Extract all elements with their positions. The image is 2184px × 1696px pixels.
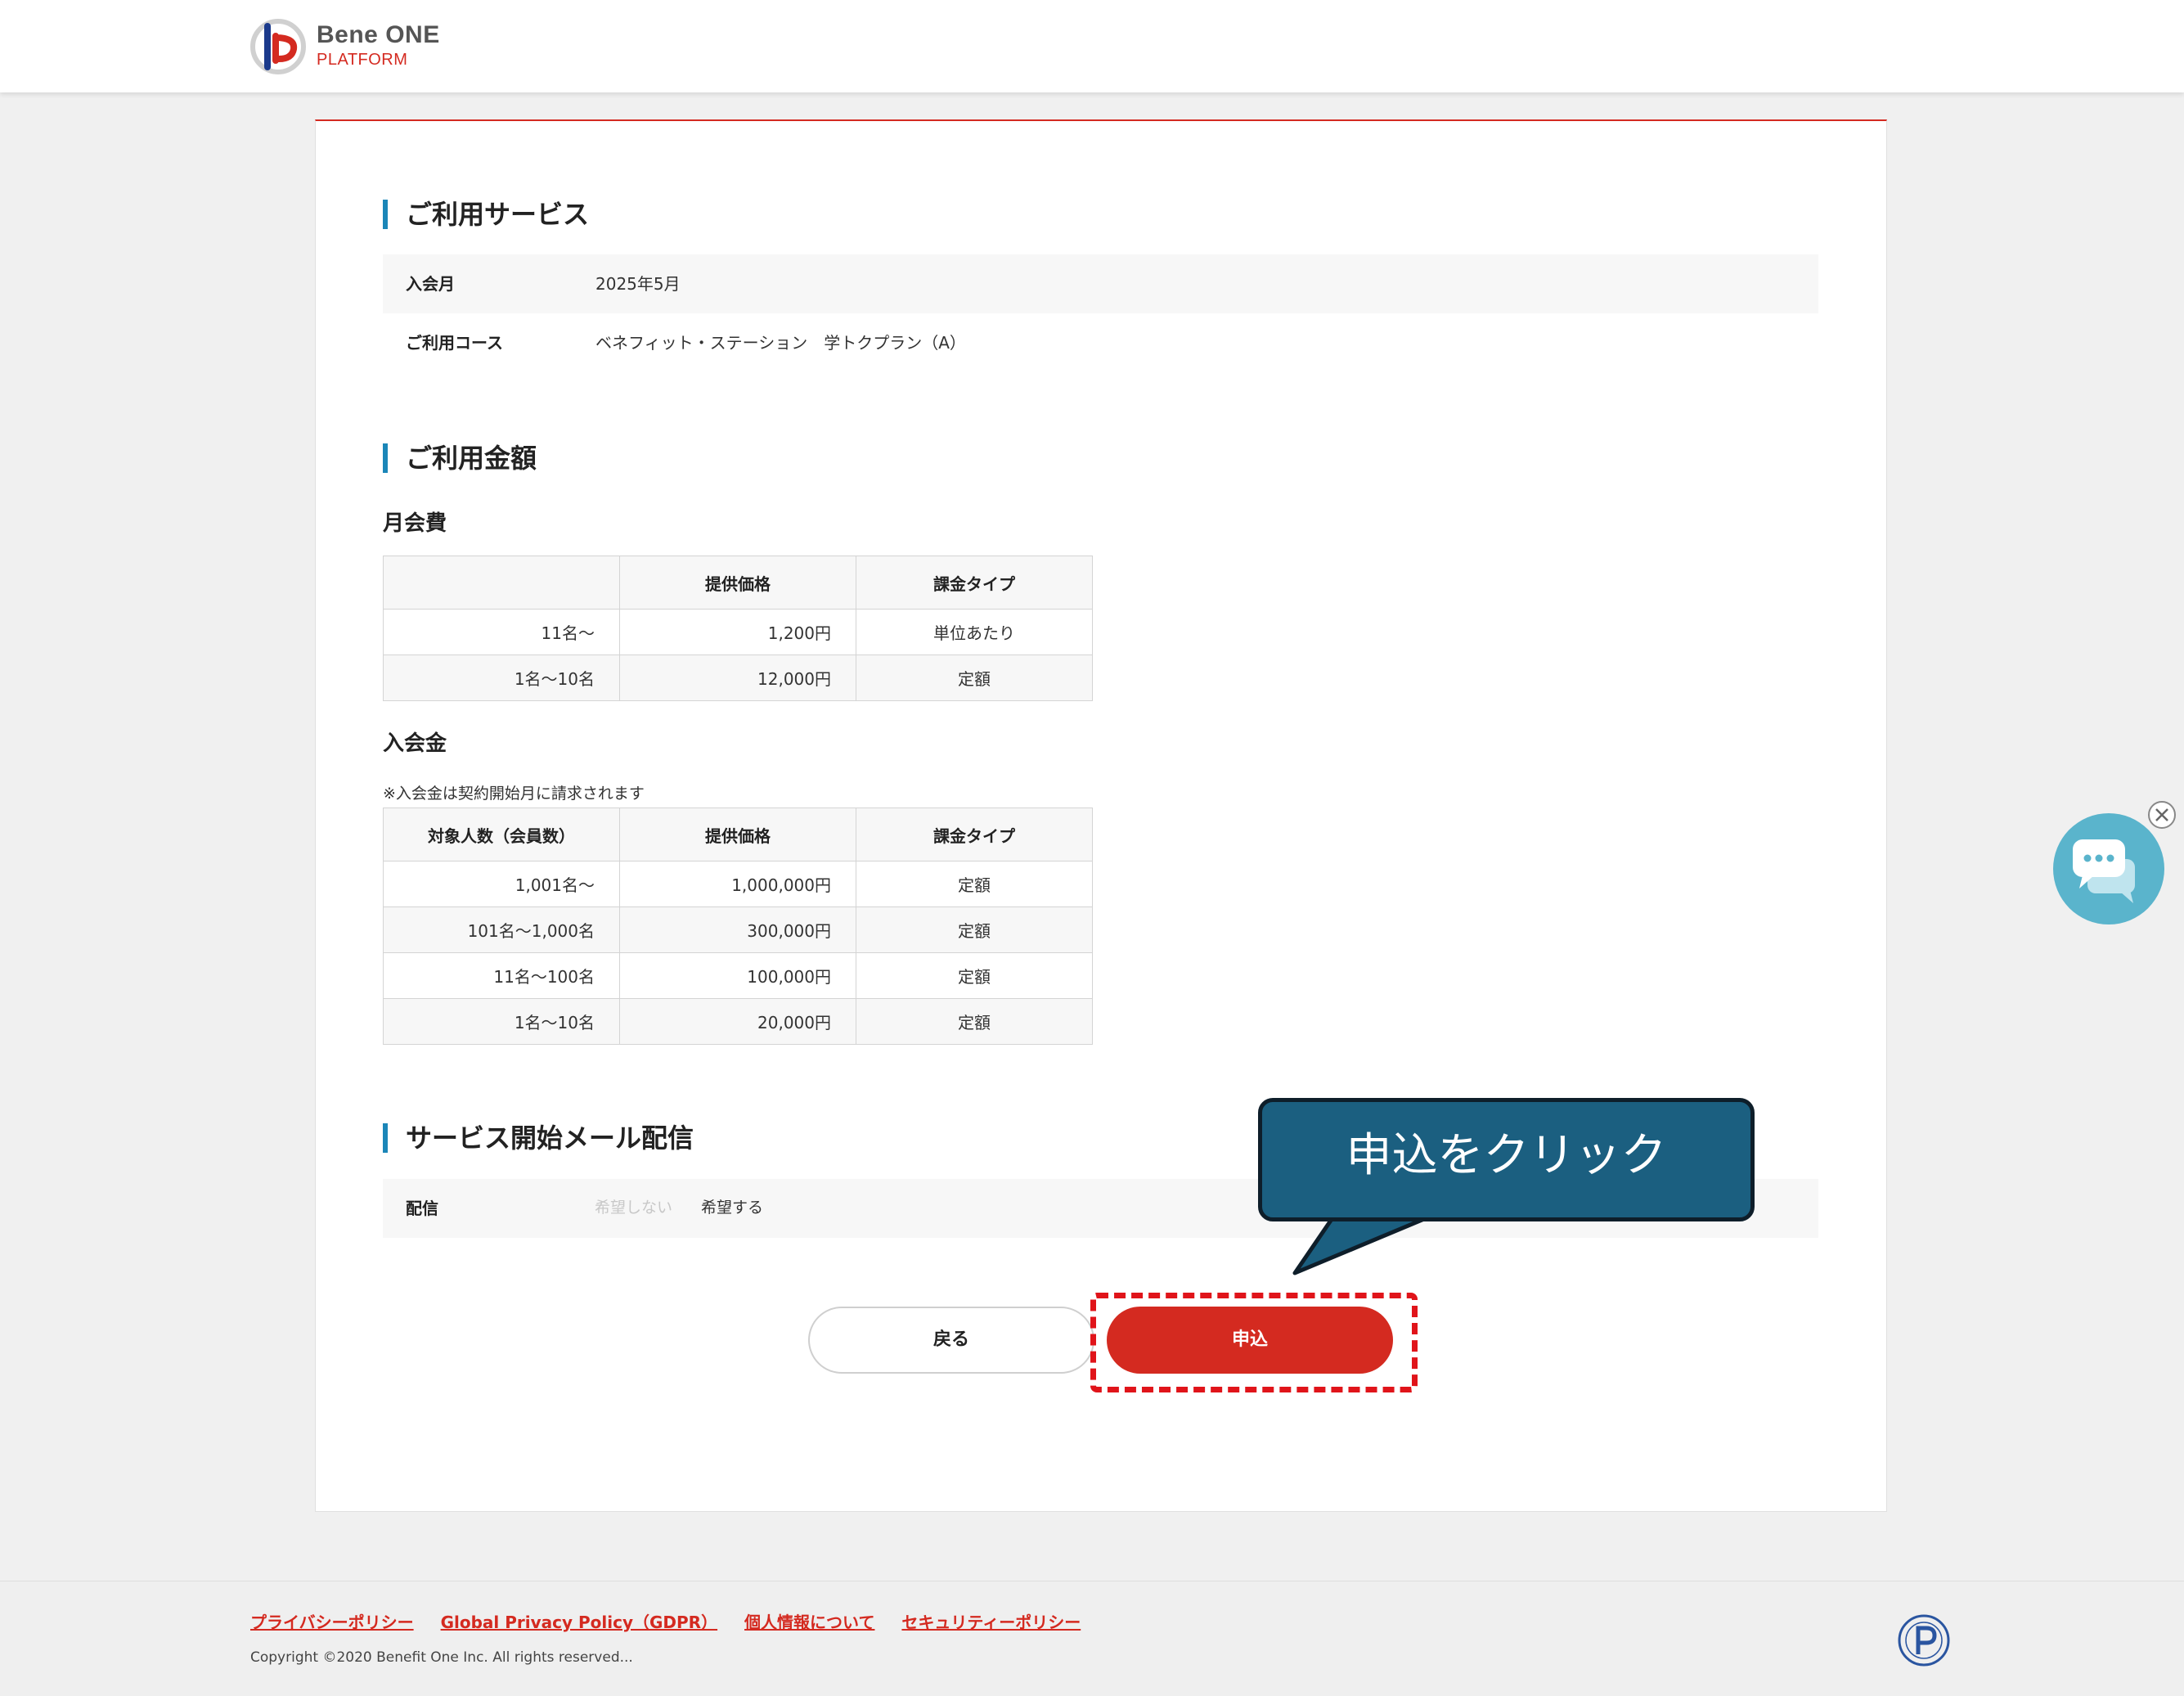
brand-name: Bene ONE xyxy=(317,21,440,48)
table-row: 1,001名～ 1,000,000円 定額 xyxy=(383,861,1093,907)
table-cell: 定額 xyxy=(856,655,1093,701)
footer-link-gdpr[interactable]: Global Privacy Policy（GDPR） xyxy=(441,1613,718,1632)
table-cell: 1名～10名 xyxy=(383,655,620,701)
mail-option-yes[interactable]: 希望する xyxy=(701,1198,763,1218)
mail-section-title: サービス開始メール配信 xyxy=(383,1122,694,1154)
service-section-title: ご利用サービス xyxy=(383,198,589,231)
table-cell: 300,000円 xyxy=(619,906,856,953)
course-label: ご利用コース xyxy=(406,333,503,353)
chat-close-icon[interactable] xyxy=(2147,800,2177,830)
table-header-cell: 提供価格 xyxy=(619,556,856,610)
mail-option-no[interactable]: 希望しない xyxy=(595,1198,672,1218)
table-cell: 定額 xyxy=(856,861,1093,907)
table-row: 1名～10名 12,000円 定額 xyxy=(383,655,1093,701)
entry-fee-table: 対象人数（会員数） 提供価格 課金タイプ 1,001名～ 1,000,000円 … xyxy=(383,808,1093,1045)
join-month-value: 2025年5月 xyxy=(595,274,681,294)
table-cell: 定額 xyxy=(856,952,1093,999)
footer-links: プライバシーポリシー Global Privacy Policy（GDPR） 個… xyxy=(250,1609,1102,1633)
site-header: Bene ONE PLATFORM xyxy=(0,0,2184,92)
course-value: ベネフィット・ステーション 学トクプラン（A） xyxy=(595,333,966,353)
footer-link-security[interactable]: セキュリティーポリシー xyxy=(901,1613,1081,1632)
footer-link-personal-info[interactable]: 個人情報について xyxy=(744,1613,874,1632)
apply-highlight-box xyxy=(1090,1293,1418,1392)
table-cell: 1,200円 xyxy=(619,609,856,655)
table-cell: 定額 xyxy=(856,906,1093,953)
brand-logo-icon xyxy=(250,19,306,74)
brand-sub: PLATFORM xyxy=(317,51,408,69)
table-header-cell: 課金タイプ xyxy=(856,556,1093,610)
table-cell: 100,000円 xyxy=(619,952,856,999)
table-header-cell: 対象人数（会員数） xyxy=(383,808,620,861)
back-button[interactable]: 戻る xyxy=(808,1307,1094,1374)
entry-fee-title: 入会金 xyxy=(383,731,447,756)
table-header-cell xyxy=(383,556,620,610)
entry-fee-note: ※入会金は契約開始月に請求されます xyxy=(383,785,645,803)
table-header-row: 対象人数（会員数） 提供価格 課金タイプ xyxy=(383,808,1093,861)
fees-section-title: ご利用金額 xyxy=(383,442,537,475)
table-cell: 11名～100名 xyxy=(383,952,620,999)
table-row: 1名～10名 20,000円 定額 xyxy=(383,998,1093,1045)
table-cell: 12,000円 xyxy=(619,655,856,701)
table-cell: 1,001名～ xyxy=(383,861,620,907)
mail-delivery-label: 配信 xyxy=(406,1199,438,1218)
table-cell: 20,000円 xyxy=(619,998,856,1045)
service-row-course: ご利用コース ベネフィット・ステーション 学トクプラン（A） xyxy=(383,313,1818,372)
table-header-row: 提供価格 課金タイプ xyxy=(383,556,1093,610)
site-footer xyxy=(0,1581,2184,1696)
table-header-cell: 提供価格 xyxy=(619,808,856,861)
join-month-label: 入会月 xyxy=(406,274,455,294)
privacy-mark-icon xyxy=(1898,1614,1950,1667)
monthly-fee-title: 月会費 xyxy=(383,511,447,536)
click-apply-callout: 申込をクリック xyxy=(1258,1098,1755,1221)
footer-link-privacy[interactable]: プライバシーポリシー xyxy=(250,1613,414,1632)
table-row: 101名～1,000名 300,000円 定額 xyxy=(383,906,1093,953)
copyright-text: Copyright ©2020 Benefit One Inc. All rig… xyxy=(250,1649,633,1666)
table-row: 11名～100名 100,000円 定額 xyxy=(383,952,1093,999)
table-cell: 11名～ xyxy=(383,609,620,655)
monthly-fee-table: 提供価格 課金タイプ 11名～ 1,200円 単位あたり 1名～10名 12,0… xyxy=(383,556,1093,701)
service-row-join-month: 入会月 2025年5月 xyxy=(383,254,1818,313)
table-cell: 101名～1,000名 xyxy=(383,906,620,953)
table-cell: 単位あたり xyxy=(856,609,1093,655)
table-cell: 定額 xyxy=(856,998,1093,1045)
table-row: 11名～ 1,200円 単位あたり xyxy=(383,609,1093,655)
table-cell: 1名～10名 xyxy=(383,998,620,1045)
brand-logo[interactable]: Bene ONE PLATFORM xyxy=(249,16,462,78)
table-header-cell: 課金タイプ xyxy=(856,808,1093,861)
table-cell: 1,000,000円 xyxy=(619,861,856,907)
